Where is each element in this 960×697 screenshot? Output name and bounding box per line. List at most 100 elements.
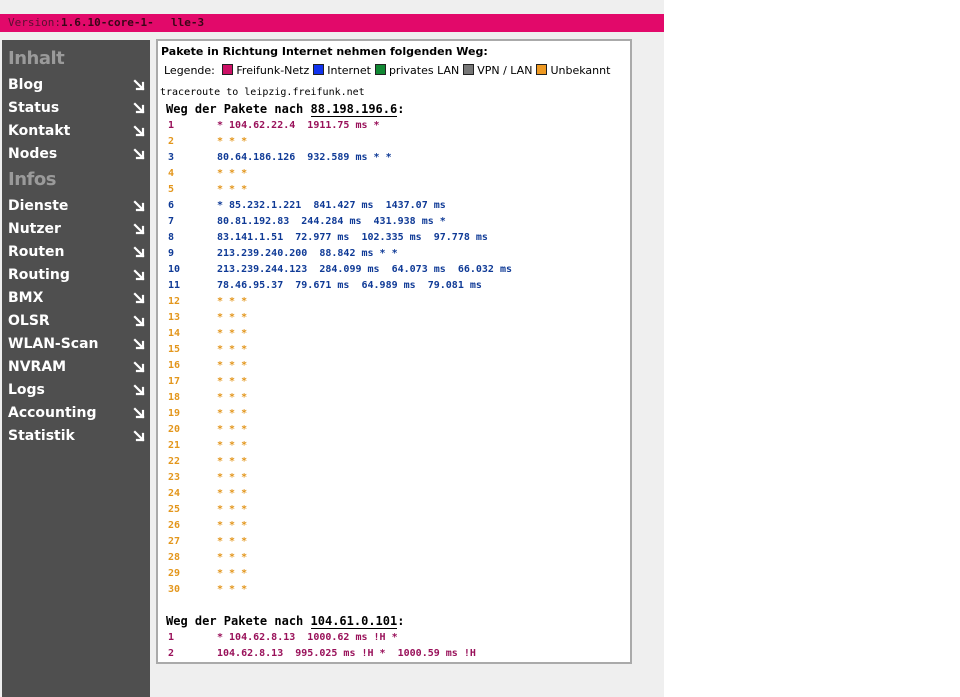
hop-row: 1 * 104.62.22.4 1911.75 ms * <box>168 119 628 133</box>
hop-text: 80.81.192.83 244.284 ms 431.938 ms * <box>217 216 446 227</box>
arrow-down-right-icon <box>132 147 146 161</box>
sidebar-item-logs[interactable]: Logs <box>8 380 146 400</box>
hop-text: 78.46.95.37 79.671 ms 64.989 ms 79.081 m… <box>217 280 482 291</box>
sidebar-item-statistik[interactable]: Statistik <box>8 426 146 446</box>
destination-colon: : <box>397 102 405 116</box>
hop-number: 10 <box>168 264 181 275</box>
trace-destination: Weg der Pakete nach 104.61.0.101: <box>166 614 405 629</box>
hop-row: 12 * * * <box>168 295 628 309</box>
hop-row: 4 * * * <box>168 167 628 181</box>
version-value: 1.6.10-core-1- <box>61 16 154 29</box>
hop-number: 21 <box>168 440 181 451</box>
destination-ip: 104.61.0.101 <box>310 614 398 629</box>
sidebar-item-nodes[interactable]: Nodes <box>8 144 146 164</box>
hop-number: 11 <box>168 280 181 291</box>
arrow-down-right-icon <box>132 360 146 374</box>
sidebar-item-label: WLAN-Scan <box>8 336 99 352</box>
hop-row: 23 * * * <box>168 471 628 485</box>
hop-text: * * * <box>217 296 248 307</box>
hop-text: * * * <box>217 184 248 195</box>
legend-swatch <box>536 64 548 75</box>
arrow-down-right-icon <box>132 429 146 443</box>
hop-text: * * * <box>217 424 248 435</box>
hop-row: 13 * * * <box>168 311 628 325</box>
version-extra: lle-3 <box>171 16 205 29</box>
hop-number: 30 <box>168 584 181 595</box>
sidebar-item-wlan-scan[interactable]: WLAN-Scan <box>8 334 146 354</box>
hop-row: 20 * * * <box>168 423 628 437</box>
arrow-down-right-icon <box>132 101 146 115</box>
legend-item: Unbekannt <box>536 64 610 77</box>
intro-text: Pakete in Richtung Internet nehmen folge… <box>161 45 488 58</box>
hop-number: 22 <box>168 456 181 467</box>
sidebar-item-kontakt[interactable]: Kontakt <box>8 121 146 141</box>
hop-row: 6 * 85.232.1.221 841.427 ms 1437.07 ms <box>168 199 628 213</box>
hop-row: 29 * * * <box>168 567 628 581</box>
hop-row: 30 * * * <box>168 583 628 597</box>
hop-text: * 104.62.8.13 1000.62 ms !H * <box>217 632 398 643</box>
hop-number: 29 <box>168 568 181 579</box>
hop-text: * * * <box>217 408 248 419</box>
sidebar-item-label: Accounting <box>8 405 97 421</box>
hop-row: 9 213.239.240.200 88.842 ms * * <box>168 247 628 261</box>
hop-row: 8 83.141.1.51 72.977 ms 102.335 ms 97.778… <box>168 231 628 245</box>
hop-text: * * * <box>217 552 248 563</box>
sidebar-item-accounting[interactable]: Accounting <box>8 403 146 423</box>
legend-item: privates LAN <box>374 64 459 77</box>
arrow-down-right-icon <box>132 314 146 328</box>
hop-row: 2 * * * <box>168 135 628 149</box>
legend-item: VPN / LAN <box>463 64 532 77</box>
sidebar-item-label: NVRAM <box>8 359 67 375</box>
hop-row: 25 * * * <box>168 503 628 517</box>
hop-text: 213.239.244.123 284.099 ms 64.073 ms 66.… <box>217 264 513 275</box>
traceroute-header: traceroute to leipzig.freifunk.net <box>160 87 365 98</box>
sidebar-item-nvram[interactable]: NVRAM <box>8 357 146 377</box>
sidebar-item-dienste[interactable]: Dienste <box>8 196 146 216</box>
destination-prefix: Weg der Pakete nach <box>166 102 304 116</box>
sidebar: Inhalt Blog Status Kontakt Nodes Infos Dienste… <box>2 40 150 697</box>
sidebar-item-status[interactable]: Status <box>8 98 146 118</box>
sidebar-item-nutzer[interactable]: Nutzer <box>8 219 146 239</box>
sidebar-item-blog[interactable]: Blog <box>8 75 146 95</box>
sidebar-item-routing[interactable]: Routing <box>8 265 146 285</box>
arrow-down-right-icon <box>132 406 146 420</box>
sidebar-item-label: Nutzer <box>8 221 61 237</box>
sidebar-item-olsr[interactable]: OLSR <box>8 311 146 331</box>
hop-number: 16 <box>168 360 181 371</box>
legend-swatch <box>222 64 234 75</box>
hop-number: 18 <box>168 392 181 403</box>
hop-row: 16 * * * <box>168 359 628 373</box>
arrow-down-right-icon <box>132 268 146 282</box>
hop-number: 1 <box>168 632 175 643</box>
hop-number: 4 <box>168 168 175 179</box>
hop-row: 26 * * * <box>168 519 628 533</box>
hop-number: 26 <box>168 520 181 531</box>
hop-row: 10 213.239.244.123 284.099 ms 64.073 ms 6… <box>168 263 628 277</box>
sidebar-item-label: BMX <box>8 290 44 306</box>
hop-row: 15 * * * <box>168 343 628 357</box>
sidebar-item-label: Logs <box>8 382 45 398</box>
hop-number: 19 <box>168 408 181 419</box>
legend-item: Internet <box>313 64 371 77</box>
sidebar-item-bmx[interactable]: BMX <box>8 288 146 308</box>
hop-number: 1 <box>168 120 175 131</box>
hop-text: * * * <box>217 456 248 467</box>
arrow-down-right-icon <box>132 222 146 236</box>
traceroute-panel: Pakete in Richtung Internet nehmen folge… <box>156 39 632 664</box>
version-label: Version: <box>8 16 61 29</box>
hop-text: * * * <box>217 504 248 515</box>
arrow-down-right-icon <box>132 245 146 259</box>
sidebar-item-routen[interactable]: Routen <box>8 242 146 262</box>
legend-item-label: Unbekannt <box>550 64 611 77</box>
sidebar-item-label: Statistik <box>8 428 75 444</box>
hop-number: 2 <box>168 136 175 147</box>
destination-colon: : <box>397 614 405 628</box>
hop-text: * * * <box>217 488 248 499</box>
hop-row: 28 * * * <box>168 551 628 565</box>
hop-text: * * * <box>217 328 248 339</box>
hop-row: 2 104.62.8.13 995.025 ms !H * 1000.59 ms … <box>168 647 628 661</box>
hop-number: 7 <box>168 216 175 227</box>
hop-number: 27 <box>168 536 181 547</box>
hop-row: 24 * * * <box>168 487 628 501</box>
hop-number: 17 <box>168 376 181 387</box>
